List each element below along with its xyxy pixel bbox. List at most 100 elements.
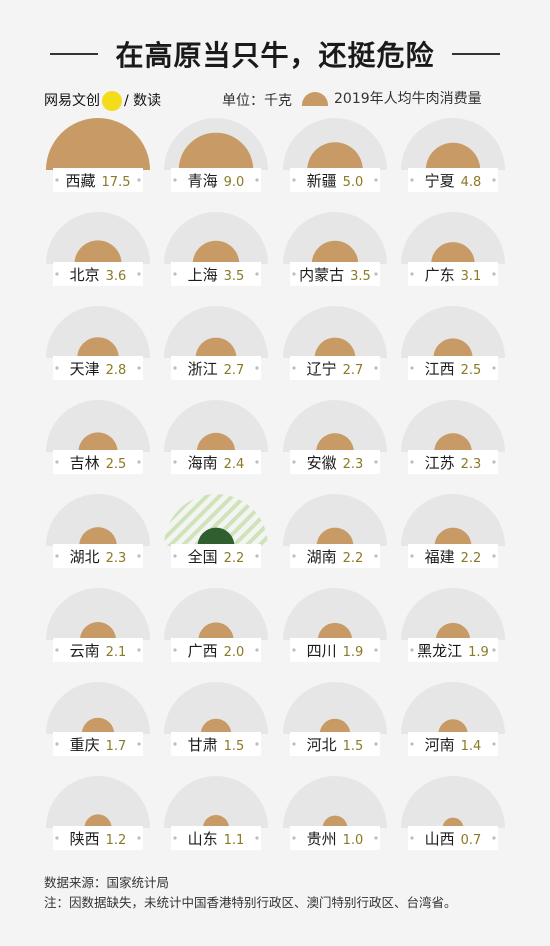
label-tick bbox=[137, 366, 141, 370]
region-value: 1.5 bbox=[224, 739, 245, 754]
region-value: 2.2 bbox=[224, 551, 245, 566]
label-tick bbox=[410, 460, 414, 464]
region-cell: 浙江 2.7 bbox=[164, 306, 268, 380]
label-tick bbox=[55, 836, 59, 840]
label-tick bbox=[374, 178, 378, 182]
label-tick bbox=[492, 554, 496, 558]
region-label: 青海 9.0 bbox=[188, 172, 245, 190]
region-value: 3.1 bbox=[461, 269, 482, 284]
label-tick bbox=[292, 836, 296, 840]
region-name: 湖南 bbox=[307, 548, 337, 566]
region-cell: 海南 2.4 bbox=[164, 400, 268, 474]
region-name: 福建 bbox=[425, 548, 455, 566]
region-label: 辽宁 2.7 bbox=[307, 360, 364, 378]
region-name: 广东 bbox=[425, 266, 455, 284]
region-name: 全国 bbox=[188, 548, 218, 566]
label-tick bbox=[255, 366, 259, 370]
label-tick bbox=[410, 272, 414, 276]
region-cell: 江苏 2.3 bbox=[401, 400, 505, 474]
label-tick bbox=[492, 178, 496, 182]
region-cell: 辽宁 2.7 bbox=[283, 306, 387, 380]
region-label: 吉林 2.5 bbox=[70, 454, 127, 472]
region-label: 四川 1.9 bbox=[307, 642, 364, 660]
label-tick bbox=[55, 460, 59, 464]
region-cell: 云南 2.1 bbox=[46, 588, 150, 662]
region-value: 17.5 bbox=[102, 175, 131, 190]
label-tick bbox=[173, 366, 177, 370]
region-cell: 广东 3.1 bbox=[401, 212, 505, 286]
label-tick bbox=[410, 178, 414, 182]
region-name: 吉林 bbox=[70, 454, 100, 472]
region-name: 安徽 bbox=[307, 454, 337, 472]
region-value: 0.7 bbox=[461, 833, 482, 848]
region-name: 辽宁 bbox=[307, 360, 337, 378]
region-name: 山东 bbox=[188, 830, 218, 848]
label-tick bbox=[292, 460, 296, 464]
label-tick bbox=[55, 178, 59, 182]
region-name: 广西 bbox=[188, 642, 218, 660]
region-name: 内蒙古 bbox=[299, 266, 344, 284]
region-cell: 甘肃 1.5 bbox=[164, 682, 268, 756]
region-value: 2.4 bbox=[224, 457, 245, 472]
label-tick bbox=[173, 648, 177, 652]
region-cell: 湖南 2.2 bbox=[283, 494, 387, 568]
label-tick bbox=[137, 836, 141, 840]
region-label: 陕西 1.2 bbox=[70, 830, 127, 848]
region-name: 湖北 bbox=[70, 548, 100, 566]
label-tick bbox=[255, 554, 259, 558]
label-tick bbox=[55, 742, 59, 746]
region-cell: 北京 3.6 bbox=[46, 212, 150, 286]
region-cell: 全国 2.2 bbox=[164, 494, 268, 568]
region-value: 2.8 bbox=[106, 363, 127, 378]
label-tick bbox=[255, 836, 259, 840]
label-tick bbox=[374, 554, 378, 558]
region-name: 宁夏 bbox=[425, 172, 455, 190]
region-value: 3.5 bbox=[224, 269, 245, 284]
region-name: 江西 bbox=[425, 360, 455, 378]
label-tick bbox=[374, 836, 378, 840]
region-value: 2.5 bbox=[106, 457, 127, 472]
label-tick bbox=[255, 272, 259, 276]
region-label: 贵州 1.0 bbox=[307, 830, 364, 848]
region-value: 1.4 bbox=[461, 739, 482, 754]
label-tick bbox=[137, 742, 141, 746]
region-name: 河南 bbox=[425, 736, 455, 754]
region-cell: 广西 2.0 bbox=[164, 588, 268, 662]
region-label: 福建 2.2 bbox=[425, 548, 482, 566]
label-tick bbox=[173, 460, 177, 464]
region-cell: 河南 1.4 bbox=[401, 682, 505, 756]
region-name: 贵州 bbox=[307, 830, 337, 848]
region-cell: 宁夏 4.8 bbox=[401, 118, 505, 192]
region-name: 海南 bbox=[188, 454, 218, 472]
region-name: 浙江 bbox=[188, 360, 218, 378]
region-label: 河北 1.5 bbox=[307, 736, 364, 754]
label-tick bbox=[292, 742, 296, 746]
label-tick bbox=[137, 554, 141, 558]
region-cell: 安徽 2.3 bbox=[283, 400, 387, 474]
region-cell: 黑龙江 1.9 bbox=[401, 588, 505, 662]
region-value: 2.2 bbox=[461, 551, 482, 566]
label-tick bbox=[55, 366, 59, 370]
region-cell: 天津 2.8 bbox=[46, 306, 150, 380]
label-tick bbox=[137, 460, 141, 464]
region-label: 河南 1.4 bbox=[425, 736, 482, 754]
label-tick bbox=[255, 742, 259, 746]
label-tick bbox=[374, 366, 378, 370]
region-value: 2.7 bbox=[224, 363, 245, 378]
region-value: 2.2 bbox=[343, 551, 364, 566]
label-tick bbox=[410, 554, 414, 558]
region-value: 2.0 bbox=[224, 645, 245, 660]
label-tick bbox=[374, 460, 378, 464]
region-name: 江苏 bbox=[425, 454, 455, 472]
region-name: 新疆 bbox=[307, 172, 337, 190]
region-cell: 上海 3.5 bbox=[164, 212, 268, 286]
region-cell: 山东 1.1 bbox=[164, 776, 268, 850]
region-cell: 内蒙古 3.5 bbox=[283, 212, 387, 286]
region-name: 天津 bbox=[70, 360, 100, 378]
region-value: 2.5 bbox=[461, 363, 482, 378]
region-label: 北京 3.6 bbox=[70, 266, 127, 284]
region-label: 浙江 2.7 bbox=[188, 360, 245, 378]
label-tick bbox=[410, 836, 414, 840]
region-label: 新疆 5.0 bbox=[307, 172, 364, 190]
region-value: 5.0 bbox=[343, 175, 364, 190]
